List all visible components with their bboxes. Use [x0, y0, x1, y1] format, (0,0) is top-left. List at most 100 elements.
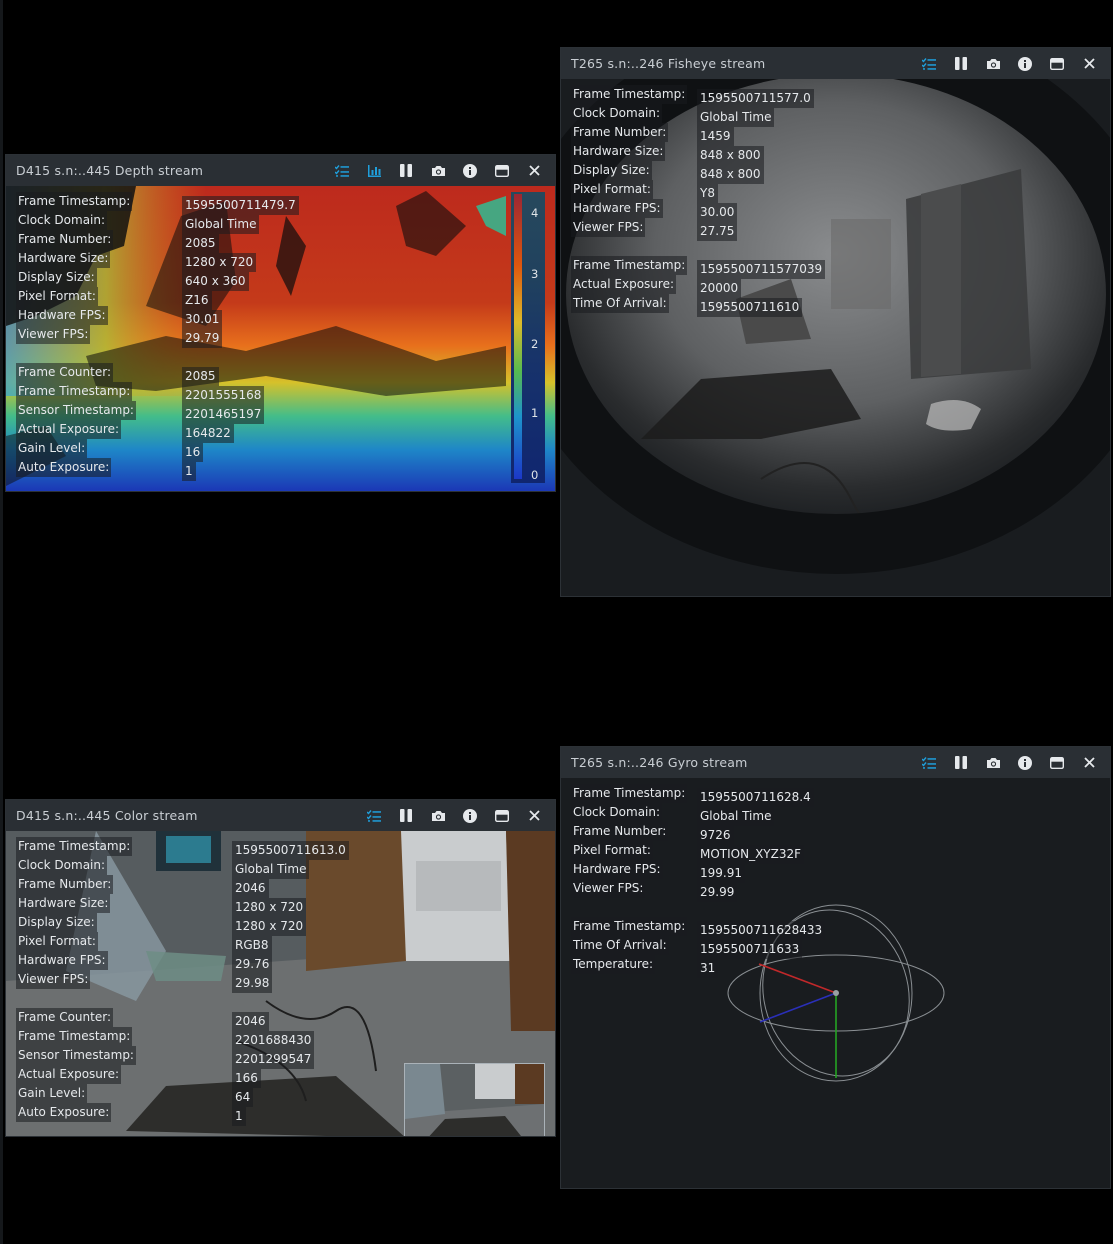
- info-label: Pixel Format:: [571, 180, 653, 199]
- scale-tick: 4: [531, 206, 539, 220]
- info-icon[interactable]: [454, 155, 486, 186]
- close-icon[interactable]: [518, 155, 550, 186]
- info-label: Display Size:: [16, 913, 97, 932]
- info-label: Hardware FPS:: [16, 306, 108, 325]
- thumbnail-image: [405, 1064, 544, 1136]
- bar-chart-icon[interactable]: [358, 155, 390, 186]
- panel-toolbar: [913, 48, 1105, 79]
- info-value: 1595500711577039: [697, 260, 826, 279]
- pause-icon[interactable]: [945, 747, 977, 778]
- maximize-icon[interactable]: [1041, 48, 1073, 79]
- info-label: Sensor Timestamp:: [16, 1046, 136, 1065]
- gyro-x-axis: [758, 963, 837, 994]
- info-value: RGB8: [232, 936, 272, 955]
- camera-snapshot-icon[interactable]: [422, 155, 454, 186]
- info-value: Y8: [697, 184, 718, 203]
- info-label: Clock Domain:: [571, 803, 663, 822]
- info-label: Frame Number:: [571, 123, 669, 142]
- info-label: Viewer FPS:: [16, 325, 91, 344]
- info-value: 2085: [182, 234, 219, 253]
- panel-toolbar: [358, 800, 550, 831]
- info-label: Hardware Size:: [571, 142, 666, 161]
- color-stream-titlebar: D415 s.n:..445 Color stream: [6, 800, 555, 831]
- info-label: Frame Number:: [571, 822, 669, 841]
- info-label: Clock Domain:: [16, 856, 108, 875]
- depth-stream-view[interactable]: 4 3 2 1 0 Frame Timestamp: 1595500711479.…: [6, 186, 555, 491]
- window-edge: [0, 0, 3, 1244]
- info-icon[interactable]: [1009, 48, 1041, 79]
- pause-icon[interactable]: [945, 48, 977, 79]
- color-thumbnail-preview: [404, 1063, 545, 1136]
- info-value: 2046: [232, 1012, 269, 1031]
- info-label: Hardware Size:: [16, 249, 111, 268]
- info-label: Frame Timestamp:: [571, 85, 688, 104]
- info-label: Frame Timestamp:: [571, 784, 688, 803]
- info-value: 1595500711577.0: [697, 89, 814, 108]
- scale-tick: 1: [531, 406, 539, 420]
- info-label: Auto Exposure:: [16, 458, 112, 477]
- close-icon[interactable]: [518, 800, 550, 831]
- scale-tick: 0: [531, 468, 539, 482]
- info-value: 848 x 800: [697, 165, 764, 184]
- close-icon[interactable]: [1073, 747, 1105, 778]
- stream-info-list-icon[interactable]: [358, 800, 390, 831]
- info-value: Global Time: [232, 860, 310, 879]
- info-label: Hardware FPS:: [571, 860, 663, 879]
- info-value: MOTION_XYZ32F: [697, 845, 805, 864]
- info-value: 64: [232, 1088, 254, 1107]
- fisheye-stream-view[interactable]: Frame Timestamp: 1595500711577.0 Clock Do…: [561, 79, 1110, 596]
- info-label: Temperature:: [571, 955, 656, 974]
- camera-snapshot-icon[interactable]: [977, 747, 1009, 778]
- info-label: Time Of Arrival:: [571, 294, 669, 313]
- stream-info-list-icon[interactable]: [913, 48, 945, 79]
- info-icon[interactable]: [454, 800, 486, 831]
- close-icon[interactable]: [1073, 48, 1105, 79]
- fisheye-stream-panel: T265 s.n:..246 Fisheye stream Frame Time…: [560, 47, 1111, 597]
- info-value: 2201688430: [232, 1031, 315, 1050]
- depth-stream-titlebar: D415 s.n:..445 Depth stream: [6, 155, 555, 186]
- camera-snapshot-icon[interactable]: [977, 48, 1009, 79]
- info-label: Pixel Format:: [16, 287, 98, 306]
- depth-stream-panel: D415 s.n:..445 Depth stream 4 3 2 1 0 Fr…: [5, 154, 556, 492]
- stream-info-list-icon[interactable]: [326, 155, 358, 186]
- info-value: 29.99: [697, 883, 738, 902]
- stream-info-list-icon[interactable]: [913, 747, 945, 778]
- info-value: Global Time: [697, 807, 775, 826]
- gyro-stream-view[interactable]: Frame Timestamp: 1595500711628.4 Clock Do…: [561, 778, 1110, 1188]
- panel-title: T265 s.n:..246 Fisheye stream: [571, 56, 766, 71]
- info-value: 1595500711479.7: [182, 196, 299, 215]
- info-value: 1280 x 720: [232, 898, 307, 917]
- info-value: 1595500711633: [697, 940, 803, 959]
- info-label: Actual Exposure:: [16, 420, 122, 439]
- info-value: 1: [232, 1107, 246, 1126]
- info-value: 2085: [182, 367, 219, 386]
- pause-icon[interactable]: [390, 800, 422, 831]
- camera-snapshot-icon[interactable]: [422, 800, 454, 831]
- info-value: 30.01: [182, 310, 223, 329]
- maximize-icon[interactable]: [486, 800, 518, 831]
- info-label: Hardware Size:: [16, 894, 111, 913]
- info-value: 1595500711613.0: [232, 841, 349, 860]
- info-label: Clock Domain:: [571, 104, 663, 123]
- info-icon[interactable]: [1009, 747, 1041, 778]
- info-value: Global Time: [697, 108, 775, 127]
- maximize-icon[interactable]: [1041, 747, 1073, 778]
- info-value: 27.75: [697, 222, 738, 241]
- pause-icon[interactable]: [390, 155, 422, 186]
- info-value: 2201465197: [182, 405, 265, 424]
- maximize-icon[interactable]: [486, 155, 518, 186]
- color-stream-view[interactable]: Frame Timestamp: 1595500711613.0 Clock Do…: [6, 831, 555, 1136]
- gyro-stream-panel: T265 s.n:..246 Gyro stream Frame Timesta…: [560, 746, 1111, 1189]
- info-label: Sensor Timestamp:: [16, 401, 136, 420]
- gyro-stream-titlebar: T265 s.n:..246 Gyro stream: [561, 747, 1110, 778]
- info-value: 1280 x 720: [182, 253, 257, 272]
- panel-title: D415 s.n:..445 Depth stream: [16, 163, 204, 178]
- info-label: Actual Exposure:: [16, 1065, 122, 1084]
- info-label: Actual Exposure:: [571, 275, 677, 294]
- info-value: 30.00: [697, 203, 738, 222]
- color-stream-panel: D415 s.n:..445 Color stream Frame Timest…: [5, 799, 556, 1137]
- info-label: Display Size:: [571, 161, 652, 180]
- info-value: 20000: [697, 279, 742, 298]
- info-value: 2046: [232, 879, 269, 898]
- info-label: Pixel Format:: [571, 841, 653, 860]
